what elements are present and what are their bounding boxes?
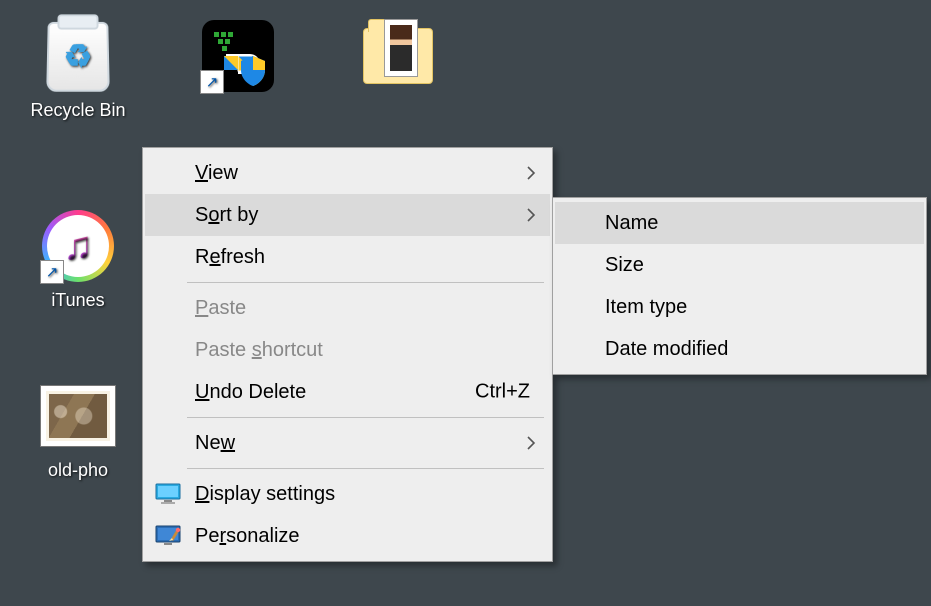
desktop-icon-label: old-pho: [48, 460, 108, 481]
menu-item-label: Size: [605, 254, 644, 277]
submenu-item-item-type[interactable]: Item type: [555, 286, 924, 328]
personalize-icon: [155, 525, 181, 547]
menu-item-refresh[interactable]: Refresh: [145, 236, 550, 278]
chevron-right-icon: [526, 165, 536, 181]
menu-item-undo-delete[interactable]: Undo Delete Ctrl+Z: [145, 371, 550, 413]
desktop-icon-label: iTunes: [51, 290, 104, 311]
menu-item-personalize[interactable]: Personalize: [145, 515, 550, 557]
shortcut-app-icon: ↗: [200, 18, 276, 94]
menu-item-label: View: [195, 162, 238, 185]
menu-item-sort-by[interactable]: Sort by: [145, 194, 550, 236]
desktop-icon-label: Recycle Bin: [30, 100, 125, 121]
menu-separator: [187, 417, 544, 418]
shortcut-overlay-icon: ↗: [200, 70, 224, 94]
menu-item-paste-shortcut: Paste shortcut: [145, 329, 550, 371]
desktop-icon-itunes[interactable]: ♫ ↗ iTunes: [18, 208, 138, 311]
recycle-bin-icon: ♻: [40, 18, 116, 94]
menu-item-label: Date modified: [605, 338, 728, 361]
menu-item-label: Paste shortcut: [195, 339, 323, 362]
submenu-item-name[interactable]: Name: [555, 202, 924, 244]
menu-item-label: Undo Delete: [195, 381, 306, 404]
desktop-context-menu: View Sort by Refresh Paste: [142, 147, 553, 562]
menu-item-label: Paste: [195, 297, 246, 320]
itunes-icon: ♫ ↗: [40, 208, 116, 284]
menu-item-label: New: [195, 432, 235, 455]
menu-separator: [187, 468, 544, 469]
menu-item-view[interactable]: View: [145, 152, 550, 194]
desktop-icon-old-photo[interactable]: old-pho: [18, 378, 138, 481]
desktop-icon-recycle-bin[interactable]: ♻ Recycle Bin: [18, 18, 138, 121]
folder-icon: [360, 18, 436, 94]
chevron-right-icon: [526, 207, 536, 223]
menu-item-label: Item type: [605, 296, 687, 319]
menu-item-label: Display settings: [195, 483, 335, 506]
menu-item-paste: Paste: [145, 287, 550, 329]
menu-item-label: Refresh: [195, 246, 265, 269]
menu-item-display-settings[interactable]: Display settings: [145, 473, 550, 515]
menu-item-shortcut: Ctrl+Z: [475, 381, 530, 404]
menu-item-new[interactable]: New: [145, 422, 550, 464]
monitor-icon: [155, 483, 181, 505]
submenu-item-date-modified[interactable]: Date modified: [555, 328, 924, 370]
photo-icon: [40, 378, 116, 454]
menu-item-label: Name: [605, 212, 658, 235]
menu-item-label: Personalize: [195, 525, 300, 548]
submenu-item-size[interactable]: Size: [555, 244, 924, 286]
sort-by-submenu: Name Size Item type Date modified: [552, 197, 927, 375]
desktop-icon-ip-app[interactable]: ↗: [178, 18, 298, 100]
menu-separator: [187, 282, 544, 283]
desktop-icon-folder[interactable]: [338, 18, 458, 100]
chevron-right-icon: [526, 435, 536, 451]
shortcut-overlay-icon: ↗: [40, 260, 64, 284]
menu-item-label: Sort by: [195, 204, 258, 227]
